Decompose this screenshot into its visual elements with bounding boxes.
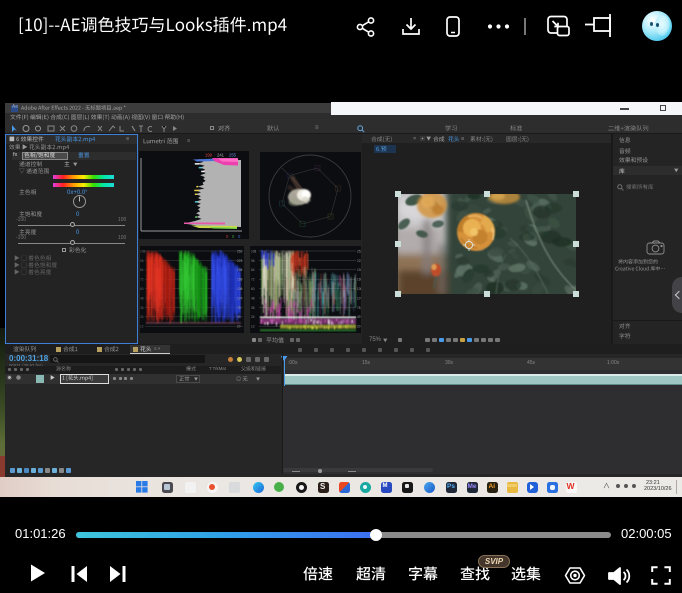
svg-text:48: 48 bbox=[251, 296, 255, 300]
svg-text:24: 24 bbox=[251, 315, 255, 319]
svg-text:36: 36 bbox=[140, 306, 144, 310]
svg-text:165: 165 bbox=[357, 278, 361, 282]
svg-text:72: 72 bbox=[251, 278, 255, 282]
svg-text:223: 223 bbox=[237, 259, 243, 263]
svg-text:252: 252 bbox=[357, 249, 361, 253]
svg-text:223: 223 bbox=[357, 259, 361, 263]
svg-text:49: 49 bbox=[237, 315, 241, 319]
svg-text:12: 12 bbox=[140, 325, 144, 329]
svg-text:136: 136 bbox=[357, 287, 361, 291]
svg-text:60: 60 bbox=[140, 287, 144, 291]
svg-text:255: 255 bbox=[229, 153, 237, 158]
svg-text:36: 36 bbox=[251, 306, 255, 310]
svg-text:199: 199 bbox=[205, 153, 213, 158]
svg-text:12: 12 bbox=[251, 325, 255, 329]
svg-text:84: 84 bbox=[140, 268, 144, 272]
svg-text:0: 0 bbox=[238, 234, 241, 239]
svg-text:20: 20 bbox=[357, 325, 361, 329]
svg-text:49: 49 bbox=[357, 315, 361, 319]
svg-text:194: 194 bbox=[237, 268, 243, 272]
svg-text:72: 72 bbox=[140, 278, 144, 282]
svg-text:96: 96 bbox=[140, 259, 144, 263]
svg-text:60: 60 bbox=[251, 287, 255, 291]
svg-text:48: 48 bbox=[140, 296, 144, 300]
svg-text:108: 108 bbox=[140, 249, 146, 253]
svg-text:165: 165 bbox=[237, 278, 243, 282]
svg-text:107: 107 bbox=[357, 296, 361, 300]
svg-text:20: 20 bbox=[237, 325, 241, 329]
svg-text:107: 107 bbox=[237, 296, 243, 300]
svg-text:96: 96 bbox=[251, 259, 255, 263]
svg-text:252: 252 bbox=[237, 249, 243, 253]
svg-text:0: 0 bbox=[232, 234, 235, 239]
svg-text:78: 78 bbox=[237, 306, 241, 310]
svg-text:108: 108 bbox=[251, 249, 257, 253]
svg-text:241: 241 bbox=[217, 153, 225, 158]
svg-text:78: 78 bbox=[357, 306, 361, 310]
svg-text:84: 84 bbox=[251, 268, 255, 272]
svg-text:24: 24 bbox=[140, 315, 144, 319]
svg-text:0: 0 bbox=[226, 234, 229, 239]
svg-text:136: 136 bbox=[237, 287, 243, 291]
svg-text:194: 194 bbox=[357, 268, 361, 272]
